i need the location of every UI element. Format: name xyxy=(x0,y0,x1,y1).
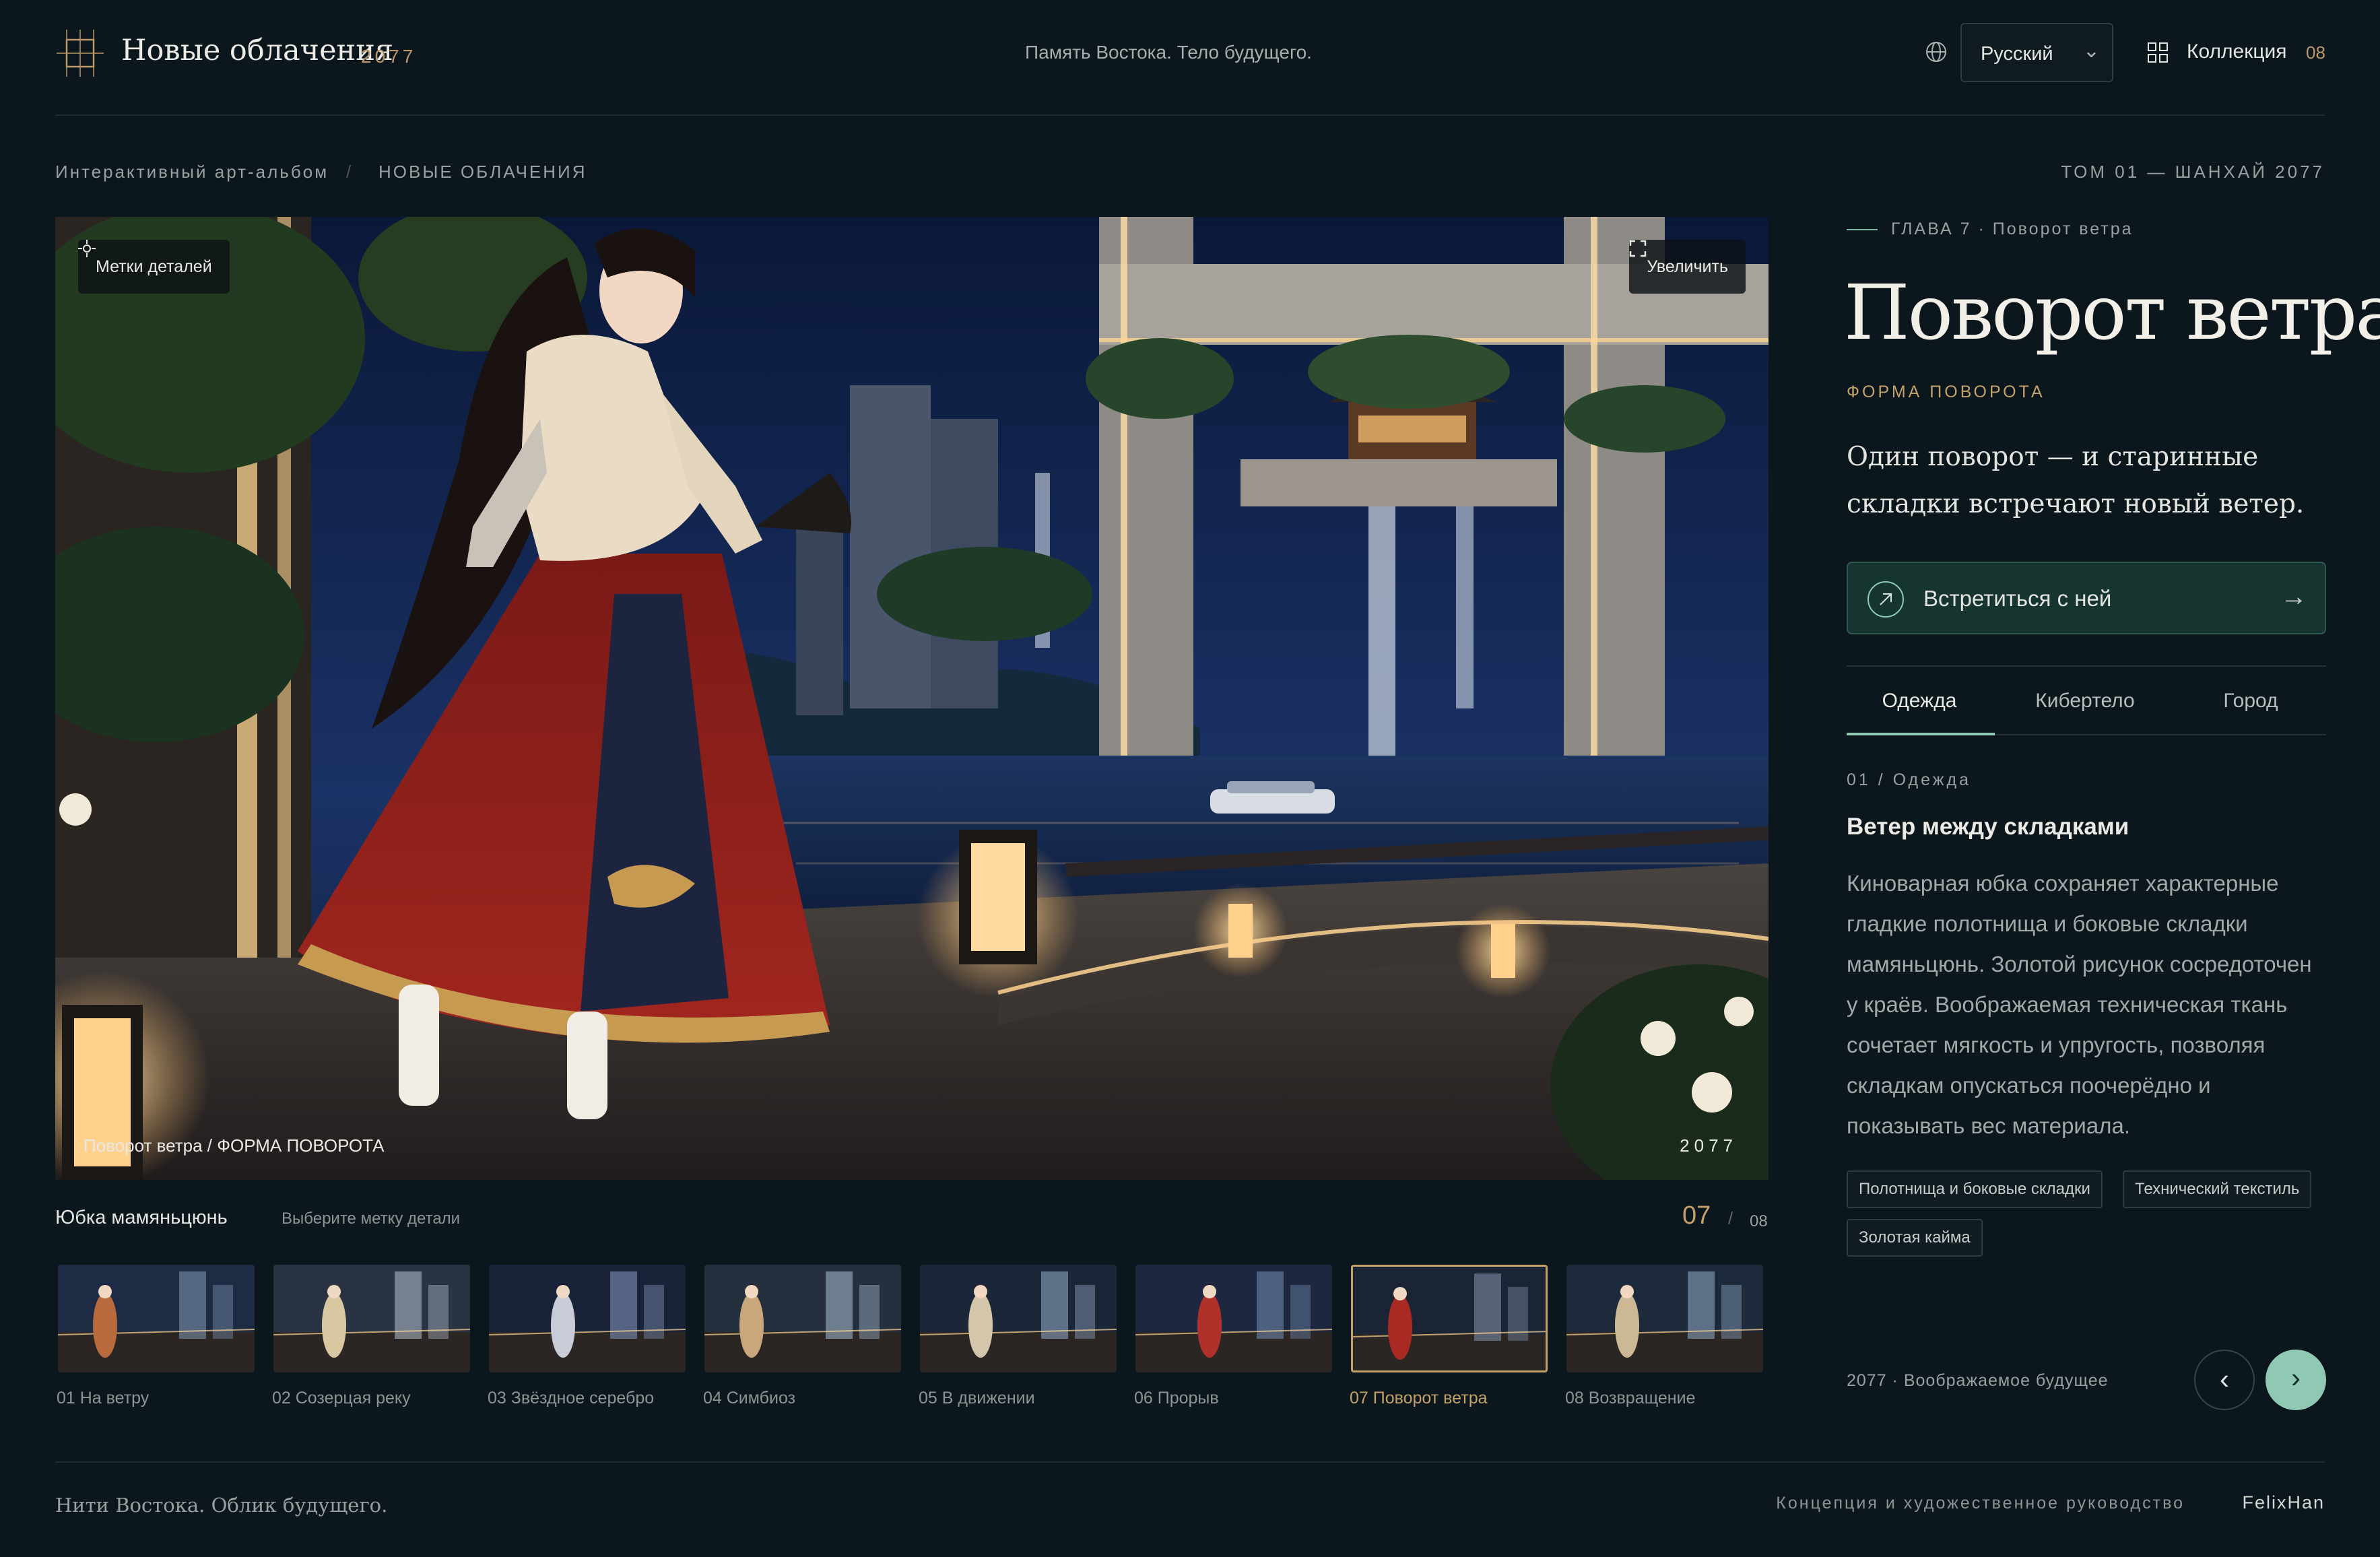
thumbnail-image xyxy=(920,1265,1117,1372)
active-tab-indicator xyxy=(1847,733,1995,735)
detail-marks-label: Метки деталей xyxy=(96,257,212,276)
counter-separator: / xyxy=(1728,1208,1733,1228)
thumbnail-6[interactable] xyxy=(1135,1265,1332,1372)
tag-item[interactable]: Технический текстиль xyxy=(2123,1170,2312,1208)
globe-icon xyxy=(1926,42,1946,62)
tab-cyberbody[interactable]: Кибертело xyxy=(2006,690,2164,713)
section-body: Киноварная юбка сохраняет характерные гл… xyxy=(1847,871,2312,1138)
chevron-down-icon: ⌄ xyxy=(2082,40,2100,62)
thumbnail-4[interactable] xyxy=(704,1265,901,1372)
header-divider xyxy=(55,114,2325,116)
total-image-count: 08 xyxy=(1750,1212,1768,1230)
part-hint: Выберите метку детали xyxy=(282,1210,461,1228)
collection-button[interactable]: Коллекция xyxy=(2187,40,2287,63)
thumbnail-label[interactable]: 05 В движении xyxy=(919,1389,1035,1408)
breadcrumb-parent[interactable]: Интерактивный арт-альбом xyxy=(55,162,329,183)
thumbnail-7[interactable] xyxy=(1351,1265,1548,1372)
footer-author[interactable]: FelixHan xyxy=(2242,1492,2325,1513)
thumbnail-image xyxy=(704,1265,901,1372)
hero-year: 2077 xyxy=(1680,1135,1738,1156)
thumbnail-label[interactable]: 01 На ветру xyxy=(57,1389,149,1408)
footer-motto: Нити Востока. Облик будущего. xyxy=(55,1494,388,1517)
previous-button[interactable]: ‹ xyxy=(2194,1350,2255,1410)
chapter-label: ГЛАВА 7 · Поворот ветра xyxy=(1891,220,2134,238)
footer-divider xyxy=(55,1461,2325,1463)
section-number: 01 / Одежда xyxy=(1847,770,1971,789)
page-title: Поворот ветра xyxy=(1844,269,2380,357)
tag-item[interactable]: Золотая кайма xyxy=(1847,1219,1983,1257)
thumbnail-label[interactable]: 04 Симбиоз xyxy=(703,1389,795,1408)
zoom-label: Увеличить xyxy=(1647,257,1728,276)
thumbnail-label[interactable]: 02 Созерцая реку xyxy=(272,1389,411,1408)
language-value: Русский xyxy=(1981,43,2053,65)
section-title: Ветер между складками xyxy=(1847,814,2129,840)
hero-caption: Поворот ветра / ФОРМА ПОВОРОТА xyxy=(84,1135,385,1156)
thumbnail-1[interactable] xyxy=(58,1265,255,1372)
thumbnail-image xyxy=(489,1265,686,1372)
thumbnail-2[interactable] xyxy=(273,1265,470,1372)
chevron-right-icon: › xyxy=(2291,1362,2301,1393)
thumbnail-label[interactable]: 08 Возвращение xyxy=(1565,1389,1695,1408)
breadcrumb-current: НОВЫЕ ОБЛАЧЕНИЯ xyxy=(378,162,587,182)
thumbnail-3[interactable] xyxy=(489,1265,686,1372)
page-subtitle: ФОРМА ПОВОРОТА xyxy=(1847,383,2045,401)
selected-part-name: Юбка мамяньцюнь xyxy=(55,1207,228,1228)
volume-label: ТОМ 01 — ШАНХАЙ 2077 xyxy=(2061,162,2325,182)
panel-meta: 2077 · Воображаемое будущее xyxy=(1847,1371,2109,1390)
tabs-top-divider xyxy=(1847,665,2326,667)
thumbnail-label[interactable]: 03 Звёздное серебро xyxy=(488,1389,654,1408)
zoom-button[interactable]: Увеличить xyxy=(1629,240,1746,294)
meet-her-button[interactable]: Встретиться с ней → xyxy=(1847,562,2326,634)
thumbnail-image xyxy=(58,1265,255,1372)
footer-credit-label: Концепция и художественное руководство xyxy=(1776,1494,2185,1513)
tab-clothing[interactable]: Одежда xyxy=(1840,690,1999,713)
tag-item[interactable]: Полотнища и боковые складки xyxy=(1847,1170,2103,1208)
collection-count: 08 xyxy=(2306,42,2325,63)
arrow-up-right-icon xyxy=(1867,581,1904,618)
chapter-line xyxy=(1847,229,1878,230)
thumbnail-8[interactable] xyxy=(1566,1265,1763,1372)
chevron-left-icon: ‹ xyxy=(2220,1363,2229,1395)
thumbnail-image xyxy=(1353,1267,1546,1370)
tab-city[interactable]: Город xyxy=(2171,690,2330,713)
hero-artwork[interactable]: Метки деталей Увеличить Поворот ветра / … xyxy=(55,217,1769,1180)
current-image-number: 07 xyxy=(1682,1201,1711,1230)
expand-icon xyxy=(1630,240,1647,257)
hero-illustration xyxy=(55,217,1769,1180)
arrow-right-icon: → xyxy=(2280,582,2307,611)
thumbnail-image xyxy=(273,1265,470,1372)
language-select[interactable]: Русский ⌄ xyxy=(1960,23,2113,82)
thumbnail-label[interactable]: 07 Поворот ветра xyxy=(1350,1389,1488,1408)
thumbnail-label[interactable]: 06 Прорыв xyxy=(1134,1389,1219,1408)
crosshair-icon xyxy=(78,240,96,257)
thumbnail-5[interactable] xyxy=(920,1265,1117,1372)
breadcrumb-separator: / xyxy=(346,162,354,182)
lead-text: Один поворот — и старинные складки встре… xyxy=(1847,442,2305,519)
meet-her-label: Встретиться с ней xyxy=(1923,586,2112,611)
thumbnail-image xyxy=(1566,1265,1763,1372)
detail-marks-button[interactable]: Метки деталей xyxy=(78,240,230,294)
next-button[interactable]: › xyxy=(2266,1350,2326,1410)
grid-icon[interactable] xyxy=(2147,42,2169,63)
thumbnail-image xyxy=(1135,1265,1332,1372)
